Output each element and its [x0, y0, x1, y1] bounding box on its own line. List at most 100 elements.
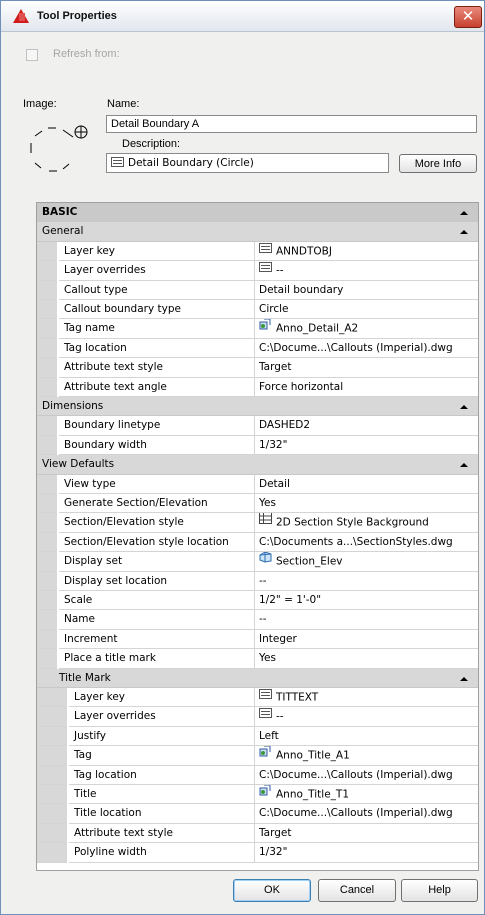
property-value[interactable]: Anno_Title_A1 [255, 746, 478, 766]
property-value-text: Anno_Title_A1 [276, 749, 350, 762]
property-value[interactable]: Detail [255, 474, 478, 494]
refresh-from-checkbox[interactable] [26, 49, 38, 61]
property-value[interactable]: Integer [255, 629, 478, 650]
property-row[interactable]: Scale 1/2" = 1'-0" [37, 591, 478, 611]
property-value[interactable]: -- [255, 571, 478, 591]
property-row[interactable]: Section/Elevation style 2D Section Style … [37, 513, 478, 533]
property-row[interactable]: Boundary linetype DASHED2 [37, 416, 478, 436]
row-gutter [37, 552, 57, 572]
property-row[interactable]: Title Anno_Title_T1 [37, 785, 478, 805]
property-row[interactable]: Generate Section/Elevation Yes [37, 494, 478, 514]
property-value[interactable]: DASHED2 [255, 416, 478, 436]
collapse-arrow-icon[interactable] [460, 676, 468, 681]
property-value[interactable]: -- [255, 610, 478, 630]
property-row[interactable]: Increment Integer [37, 629, 478, 650]
property-row[interactable]: Polyline width 1/32" [37, 843, 478, 863]
property-name: Title location [69, 804, 255, 824]
name-field[interactable]: Detail Boundary A [106, 115, 477, 133]
description-field[interactable]: Detail Boundary (Circle) [106, 153, 389, 173]
property-name: Boundary width [59, 435, 255, 456]
property-row[interactable]: Callout type Detail boundary [37, 280, 478, 300]
property-value[interactable]: C:\Docume...\Callouts (Imperial).dwg [255, 804, 478, 824]
property-value[interactable]: Force horizontal [255, 377, 478, 397]
category-basic[interactable]: BASIC [37, 203, 478, 223]
property-row[interactable]: Tag Anno_Title_A1 [37, 746, 478, 766]
property-name: Callout boundary type [59, 300, 255, 320]
row-gutter [37, 338, 57, 359]
more-info-button[interactable]: More Info [399, 154, 477, 173]
property-value[interactable]: Yes [255, 649, 478, 669]
property-value-text: Yes [259, 497, 276, 509]
help-button[interactable]: Help [401, 879, 478, 902]
property-row[interactable]: Display set Section_Elev [37, 552, 478, 572]
property-value[interactable]: Section_Elev [255, 552, 478, 572]
property-value[interactable]: 1/32" [255, 435, 478, 456]
property-value-text: ANNDTOBJ [276, 245, 332, 258]
property-value[interactable]: 1/32" [255, 843, 478, 863]
app-logo-icon [13, 9, 29, 23]
property-value[interactable]: Left [255, 726, 478, 747]
collapse-arrow-icon[interactable] [460, 211, 468, 215]
row-gutter [37, 494, 57, 514]
property-value[interactable]: Target [255, 358, 478, 378]
property-name: Justify [69, 726, 255, 747]
property-value[interactable]: C:\Docume...\Callouts (Imperial).dwg [255, 765, 478, 785]
property-value[interactable]: Yes [255, 494, 478, 514]
property-row[interactable]: Layer overrides -- [37, 261, 478, 281]
cancel-button[interactable]: Cancel [318, 879, 396, 902]
layer-key-icon [259, 707, 272, 725]
category-view-defaults[interactable]: View Defaults [37, 455, 478, 475]
property-value[interactable]: Anno_Title_T1 [255, 785, 478, 805]
callout-image-icon[interactable] [23, 119, 95, 181]
property-value[interactable]: C:\Documents a...\SectionStyles.dwg [255, 532, 478, 553]
category-label: Dimensions [42, 400, 104, 412]
property-value-text: Integer [259, 632, 297, 645]
collapse-arrow-icon[interactable] [460, 230, 468, 235]
property-value[interactable]: -- [255, 261, 478, 281]
property-row[interactable]: Title location C:\Docume...\Callouts (Imp… [37, 804, 478, 824]
property-row[interactable]: Tag location C:\Docume...\Callouts (Imper… [37, 338, 478, 359]
property-value[interactable]: Detail boundary [255, 280, 478, 300]
property-name: Tag location [69, 765, 255, 785]
property-value[interactable]: Circle [255, 300, 478, 320]
category-title-mark[interactable]: Title Mark [37, 668, 478, 688]
row-gutter [37, 629, 57, 650]
property-row[interactable]: Layer key ANNDTOBJ [37, 241, 478, 262]
property-row[interactable]: Attribute text style Target [37, 823, 478, 844]
property-row[interactable]: Callout boundary type Circle [37, 300, 478, 320]
property-row[interactable]: Attribute text angle Force horizontal [37, 377, 478, 397]
property-name: Tag location [59, 338, 255, 359]
property-value[interactable]: C:\Docume...\Callouts (Imperial).dwg [255, 338, 478, 359]
property-row[interactable]: View type Detail [37, 474, 478, 494]
property-row[interactable]: Boundary width 1/32" [37, 435, 478, 456]
property-row[interactable]: Attribute text style Target [37, 358, 478, 378]
property-name: Section/Elevation style location [59, 532, 255, 553]
ok-button[interactable]: OK [233, 879, 311, 902]
close-button[interactable]: ✕ [454, 6, 482, 28]
property-row[interactable]: Layer key TITTEXT [37, 688, 478, 708]
property-name: Attribute text style [69, 823, 255, 844]
collapse-arrow-icon[interactable] [460, 405, 468, 409]
property-value[interactable]: TITTEXT [255, 688, 478, 708]
title-bar[interactable]: Tool Properties ✕ [1, 1, 484, 32]
property-value[interactable]: Anno_Detail_A2 [255, 319, 478, 339]
property-value[interactable]: 2D Section Style Background [255, 513, 478, 533]
property-value[interactable]: Target [255, 823, 478, 844]
property-row[interactable]: Tag location C:\Docume...\Callouts (Imper… [37, 765, 478, 785]
category-general[interactable]: General [37, 222, 478, 242]
property-value[interactable]: -- [255, 707, 478, 727]
property-row[interactable]: Name -- [37, 610, 478, 630]
property-row[interactable]: Place a title mark Yes [37, 649, 478, 669]
property-row[interactable]: Justify Left [37, 726, 478, 747]
property-row[interactable]: Layer overrides -- [37, 707, 478, 727]
row-gutter [37, 474, 57, 494]
property-row[interactable]: Tag name Anno_Detail_A2 [37, 319, 478, 339]
category-dimensions[interactable]: Dimensions [37, 397, 478, 417]
property-value[interactable]: 1/2" = 1'-0" [255, 591, 478, 611]
property-name: Name [59, 610, 255, 630]
property-row[interactable]: Display set location -- [37, 571, 478, 591]
description-icon [111, 157, 124, 167]
collapse-arrow-icon[interactable] [460, 463, 468, 468]
property-row[interactable]: Section/Elevation style location C:\Docum… [37, 532, 478, 553]
property-value[interactable]: ANNDTOBJ [255, 241, 478, 262]
